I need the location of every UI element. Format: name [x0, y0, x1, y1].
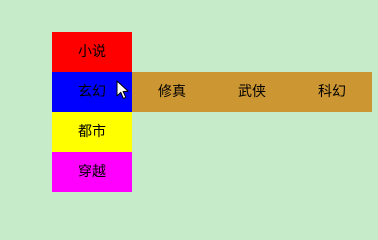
menu-item-label: 穿越: [78, 164, 106, 180]
menu-item-label: 玄幻: [78, 84, 106, 100]
menu-item-dushi[interactable]: 都市: [52, 112, 132, 152]
menu-item-label: 都市: [78, 124, 106, 140]
submenu-item-kehuan[interactable]: 科幻: [292, 72, 372, 112]
menu-item-chuanyue[interactable]: 穿越: [52, 152, 132, 192]
submenu-item-wuxia[interactable]: 武侠: [212, 72, 292, 112]
submenu: 修真 武侠 科幻: [132, 72, 372, 112]
submenu-item-xiuzhen[interactable]: 修真: [132, 72, 212, 112]
menu-item-xiaoshuo[interactable]: 小说: [52, 32, 132, 72]
submenu-item-label: 修真: [158, 84, 186, 100]
menu-item-label: 小说: [78, 44, 106, 60]
nav-menu: 小说 玄幻 修真 武侠 科幻 都市 穿越: [52, 32, 372, 192]
submenu-item-label: 科幻: [318, 84, 346, 100]
submenu-item-label: 武侠: [238, 84, 266, 100]
menu-item-xuanhuan[interactable]: 玄幻 修真 武侠 科幻: [52, 72, 372, 112]
